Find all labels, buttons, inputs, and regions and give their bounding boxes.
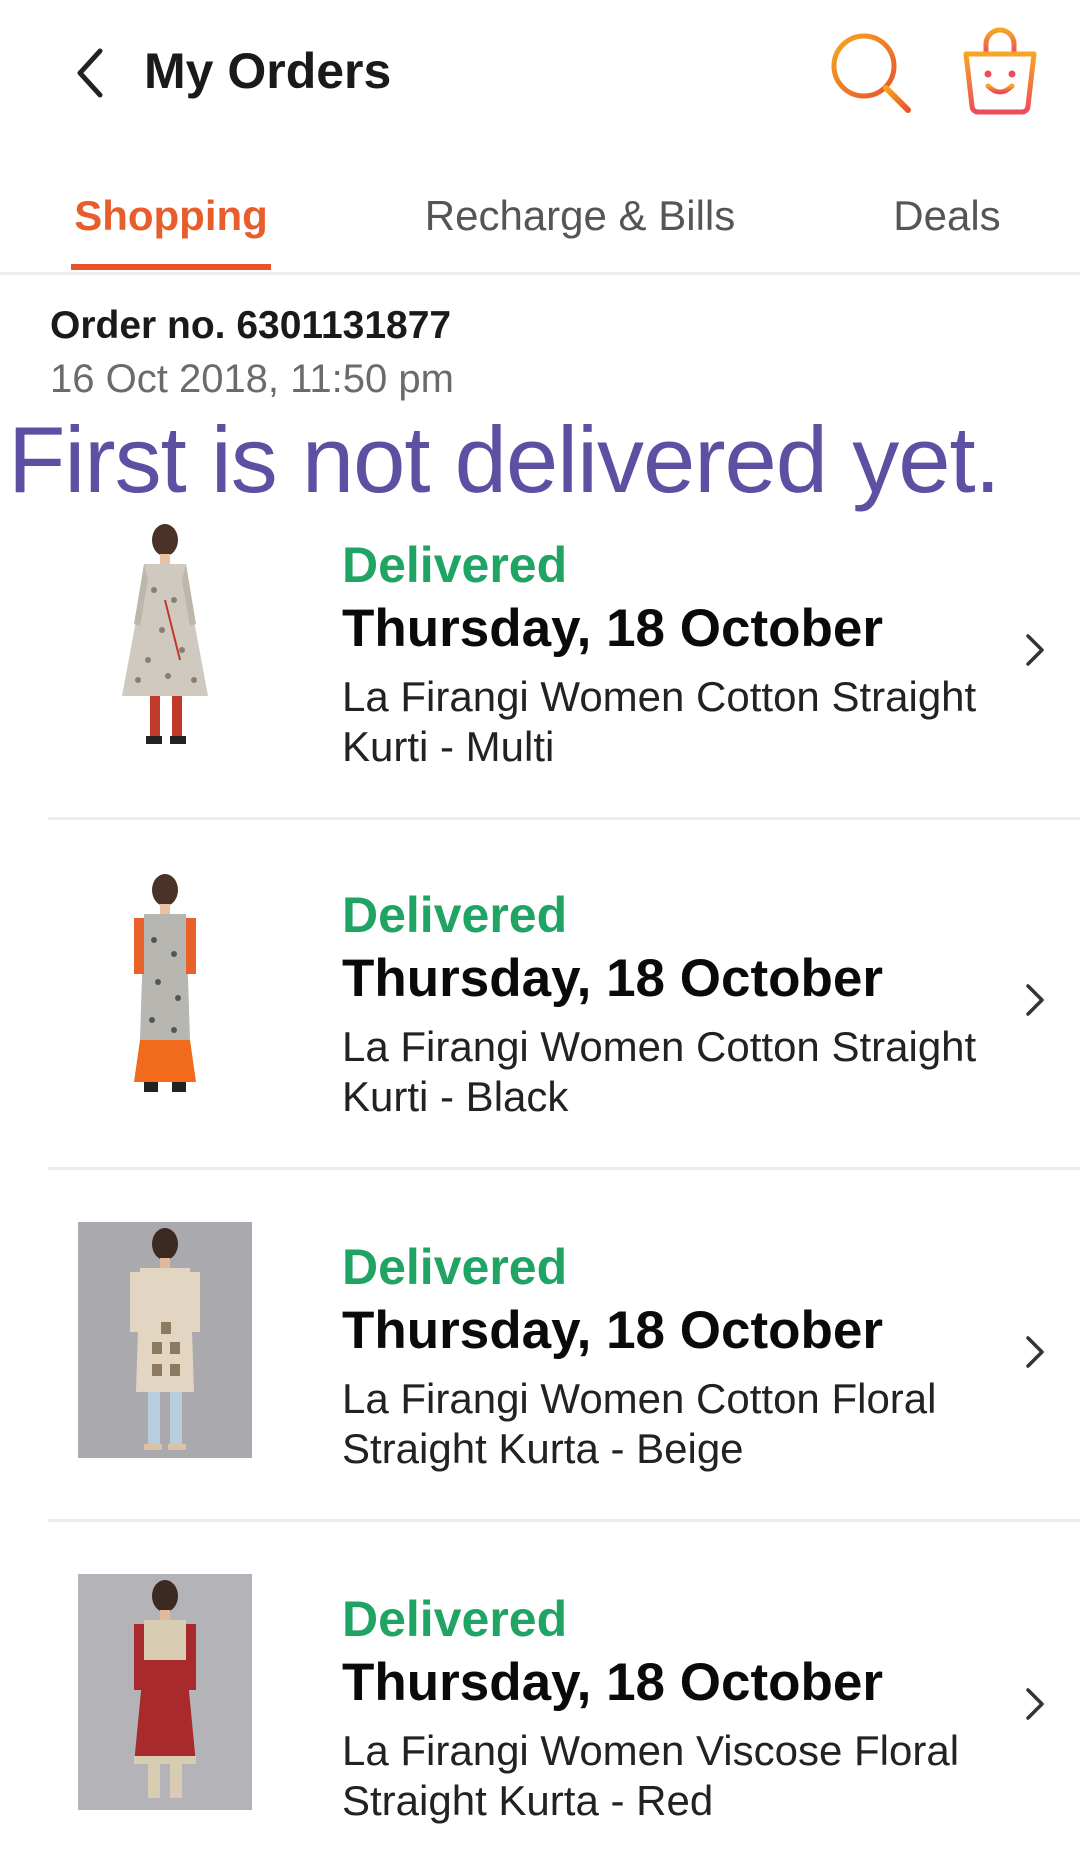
order-header: Order no. 6301131877 16 Oct 2018, 11:50 … [50,300,454,406]
back-button[interactable] [60,38,120,108]
order-item[interactable]: Delivered Thursday, 18 October La Firang… [0,1524,1080,1874]
chevron-right-icon [1026,1336,1044,1368]
order-item[interactable]: Delivered Thursday, 18 October La Firang… [0,1172,1080,1522]
tab-recharge-bills[interactable]: Recharge & Bills [410,160,750,272]
product-image [78,1222,252,1458]
product-name: La Firangi Women Cotton Straight Kurti -… [342,673,977,770]
delivery-date: Thursday, 18 October [342,1301,883,1360]
search-icon [831,33,911,113]
delivery-date: Thursday, 18 October [342,1653,883,1712]
tab-bar: Shopping Recharge & Bills Deals [0,160,1080,275]
order-datetime: 16 Oct 2018, 11:50 pm [50,357,454,401]
delivery-status: Delivered [342,1239,568,1295]
product-image [78,520,252,756]
delivery-date: Thursday, 18 October [342,949,883,1008]
page-title: My Orders [144,43,392,99]
product-image [78,1574,252,1810]
product-name: La Firangi Women Viscose Floral Straight… [342,1727,960,1824]
product-name: La Firangi Women Cotton Floral Straight … [342,1375,937,1472]
product-name: La Firangi Women Cotton Straight Kurti -… [342,1023,977,1120]
order-item[interactable]: Delivered Thursday, 18 October La Firang… [0,470,1080,820]
cart-button[interactable] [958,24,1042,116]
active-tab-indicator [71,264,271,270]
divider [48,1167,1080,1170]
shopping-bag-icon [963,27,1037,115]
tab-shopping[interactable]: Shopping [60,160,282,272]
chevron-left-icon [77,48,103,98]
chevron-right-icon [1026,634,1044,666]
order-number: Order no. 6301131877 [50,304,452,347]
delivery-status: Delivered [342,1591,568,1647]
app-header: My Orders [0,0,1080,140]
chevron-right-icon [1026,984,1044,1016]
delivery-status: Delivered [342,887,568,943]
chevron-right-icon [1026,1688,1044,1720]
divider [48,1519,1080,1522]
product-image [78,870,252,1106]
delivery-status: Delivered [342,537,568,593]
delivery-date: Thursday, 18 October [342,599,883,658]
tab-deals[interactable]: Deals [870,160,1024,272]
order-item[interactable]: Delivered Thursday, 18 October La Firang… [0,820,1080,1170]
search-button[interactable] [826,28,916,118]
